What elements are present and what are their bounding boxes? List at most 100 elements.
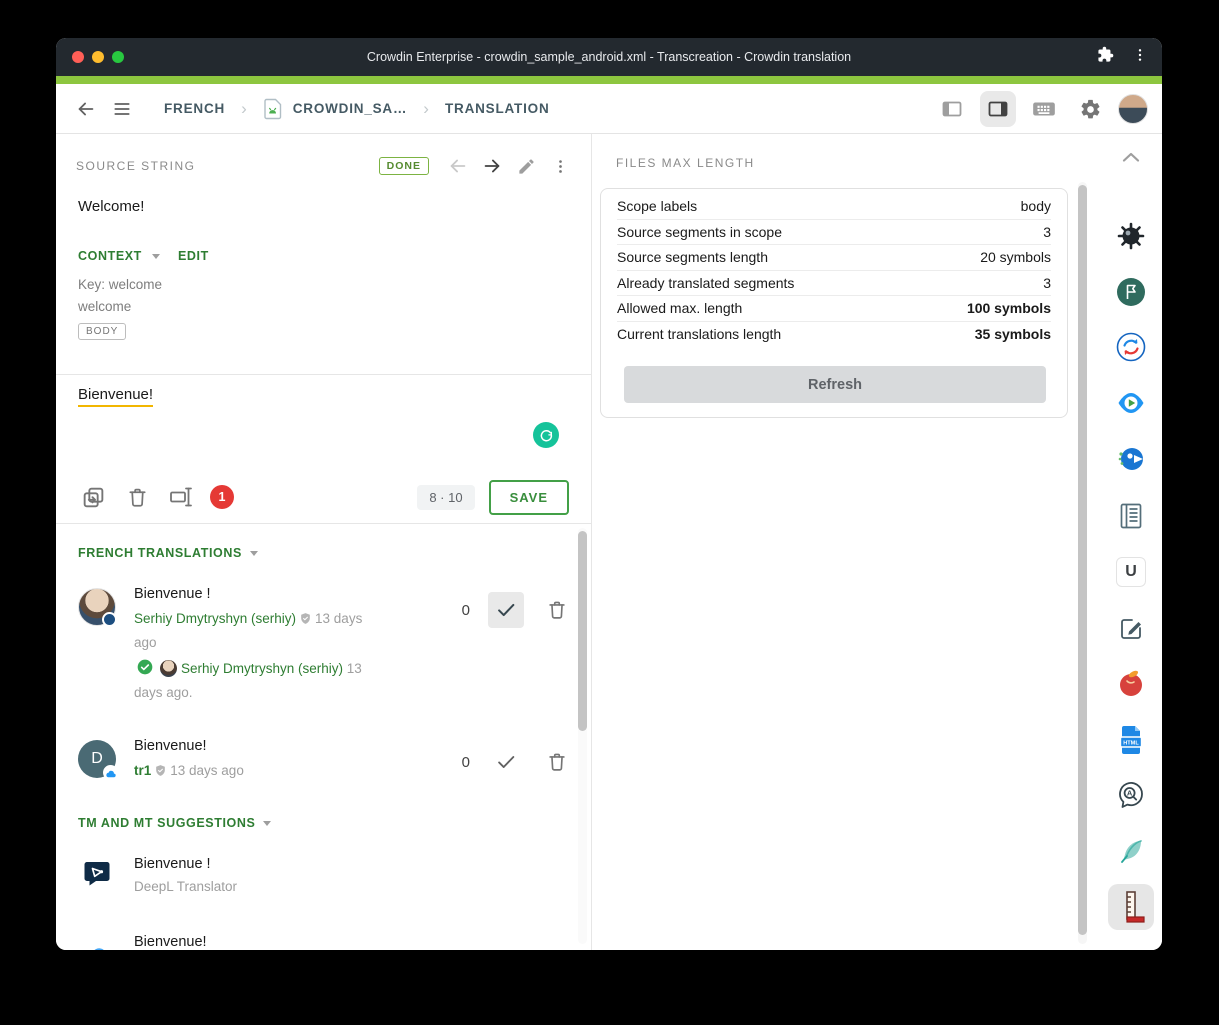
- translation-text[interactable]: Bienvenue!: [134, 738, 394, 754]
- titlebar: Crowdin Enterprise - crowdin_sample_andr…: [56, 38, 1162, 76]
- table-row: Scope labels body: [617, 194, 1051, 220]
- mine-icon[interactable]: [1108, 213, 1154, 259]
- avatar: [78, 588, 116, 626]
- translations-list: FRENCH TRANSLATIONS Bienvenue ! Serhiy D…: [56, 524, 592, 950]
- save-button[interactable]: SAVE: [489, 480, 569, 515]
- suggestion-row[interactable]: Bienvenue ! DeepL Translator: [78, 856, 592, 894]
- back-arrow-icon[interactable]: [68, 91, 104, 127]
- scrollbar[interactable]: [1078, 182, 1087, 944]
- user-avatar[interactable]: [1118, 94, 1148, 124]
- edit-context-link[interactable]: EDIT: [178, 249, 209, 263]
- table-row: Already translated segments 3: [617, 271, 1051, 297]
- delete-icon[interactable]: [542, 595, 572, 625]
- u-tile-icon[interactable]: U: [1108, 549, 1154, 595]
- select-text-icon[interactable]: [166, 482, 196, 512]
- refresh-button[interactable]: Refresh: [624, 366, 1046, 403]
- editor-panel: SOURCE STRING DONE Welcome! CONTEXT: [56, 134, 592, 950]
- chevron-right-icon: ›: [235, 100, 253, 117]
- edit-pencil-icon[interactable]: [509, 152, 543, 180]
- breadcrumb-file[interactable]: CROWDIN_SA…: [293, 101, 408, 116]
- blue-g-icon[interactable]: [1108, 436, 1154, 482]
- search-a-bubble-icon[interactable]: A: [1108, 773, 1154, 819]
- issues-count-badge[interactable]: 1: [210, 485, 234, 509]
- approve-button[interactable]: [488, 744, 524, 780]
- window-title: Crowdin Enterprise - crowdin_sample_andr…: [56, 50, 1162, 64]
- delete-translation-icon[interactable]: [122, 482, 152, 512]
- source-string-text: Welcome!: [78, 198, 144, 215]
- gear-icon[interactable]: [1072, 91, 1108, 127]
- table-row: Source segments length 20 symbols: [617, 245, 1051, 271]
- feather-icon[interactable]: [1108, 828, 1154, 874]
- suggestion-text[interactable]: Bienvenue!: [134, 934, 592, 950]
- suggestion-text[interactable]: Bienvenue !: [134, 856, 592, 872]
- close-window-button[interactable]: [72, 51, 84, 63]
- kebab-menu-icon[interactable]: [543, 152, 577, 180]
- extensions-puzzle-icon[interactable]: [1097, 46, 1114, 68]
- suggestion-provider: DeepL Translator: [134, 879, 592, 894]
- table-row: Source segments in scope 3: [617, 220, 1051, 246]
- row-value: 35 symbols: [975, 326, 1051, 342]
- french-translations-heading[interactable]: FRENCH TRANSLATIONS: [78, 546, 242, 560]
- traffic-lights: [72, 38, 124, 76]
- eye-play-icon[interactable]: [1108, 380, 1154, 426]
- table-row: Current translations length 35 symbols: [617, 322, 1051, 348]
- ruler-icon[interactable]: [1108, 884, 1154, 930]
- approve-button[interactable]: [488, 592, 524, 628]
- scrollbar-thumb[interactable]: [1078, 185, 1087, 935]
- translation-text[interactable]: Bienvenue !: [134, 586, 394, 602]
- compose-note-icon[interactable]: [1108, 605, 1154, 651]
- row-label: Allowed max. length: [617, 300, 742, 316]
- browser-kebab-menu-icon[interactable]: [1132, 47, 1148, 68]
- approver-link[interactable]: Serhiy Dmytryshyn (serhiy): [181, 661, 343, 676]
- svg-text:HTML: HTML: [1123, 741, 1139, 747]
- scrollbar[interactable]: [578, 528, 587, 944]
- translation-row: Bienvenue ! Serhiy Dmytryshyn (serhiy)13…: [78, 586, 592, 704]
- suggestion-row[interactable]: Bienvenue!: [78, 934, 592, 950]
- table-row: Allowed max. length 100 symbols: [617, 296, 1051, 322]
- copy-source-icon[interactable]: [78, 482, 108, 512]
- keyboard-icon[interactable]: [1026, 91, 1062, 127]
- row-label: Source segments in scope: [617, 224, 782, 240]
- author-link[interactable]: Serhiy Dmytryshyn (serhiy): [134, 611, 296, 626]
- status-badge-done: DONE: [379, 157, 429, 175]
- android-file-icon: [263, 98, 283, 120]
- string-context: welcome: [78, 296, 162, 318]
- browser-window: Crowdin Enterprise - crowdin_sample_andr…: [56, 38, 1162, 950]
- row-value: 100 symbols: [967, 300, 1051, 316]
- breadcrumb-mode[interactable]: TRANSLATION: [445, 101, 550, 116]
- scrollbar-thumb[interactable]: [578, 531, 587, 731]
- row-label: Source segments length: [617, 249, 768, 265]
- collapse-chevron-up-icon[interactable]: [1108, 134, 1154, 180]
- tm-mt-suggestions-heading[interactable]: TM AND MT SUGGESTIONS: [78, 816, 255, 830]
- prev-string-arrow-icon[interactable]: [441, 152, 475, 180]
- translation-time: 13 days ago: [170, 763, 244, 778]
- author-link[interactable]: tr1: [134, 763, 151, 778]
- char-counter: 8 · 10: [417, 485, 474, 510]
- hamburger-menu-icon[interactable]: [104, 91, 140, 127]
- extensions-rail: U HTML A: [1100, 134, 1162, 950]
- row-value: 20 symbols: [980, 249, 1051, 265]
- context-label[interactable]: CONTEXT: [78, 249, 142, 263]
- delete-icon[interactable]: [542, 747, 572, 777]
- book-icon[interactable]: [1108, 493, 1154, 539]
- teal-flag-icon[interactable]: [1108, 269, 1154, 315]
- crowdin-cloud-icon: [82, 936, 112, 950]
- panel-right-icon[interactable]: [980, 91, 1016, 127]
- label-chip-body: BODY: [78, 323, 126, 340]
- next-string-arrow-icon[interactable]: [475, 152, 509, 180]
- grammarly-icon[interactable]: [533, 422, 559, 448]
- translation-input[interactable]: Bienvenue!: [78, 386, 153, 403]
- app-toolbar: FRENCH › CROWDIN_SA… › TRANSLATION: [56, 84, 1162, 134]
- shield-check-icon: [299, 610, 312, 632]
- sync-arrows-icon[interactable]: [1108, 324, 1154, 370]
- row-label: Already translated segments: [617, 275, 794, 291]
- red-ornament-icon[interactable]: [1108, 660, 1154, 706]
- zoom-window-button[interactable]: [112, 51, 124, 63]
- breadcrumb-language[interactable]: FRENCH: [164, 101, 225, 116]
- panel-left-icon[interactable]: [934, 91, 970, 127]
- deepl-icon: [82, 858, 112, 888]
- minimize-window-button[interactable]: [92, 51, 104, 63]
- html-file-icon[interactable]: HTML: [1108, 717, 1154, 763]
- approved-check-icon: [137, 659, 153, 682]
- translation-row: D Bienvenue! tr113 days ago 0: [78, 738, 592, 784]
